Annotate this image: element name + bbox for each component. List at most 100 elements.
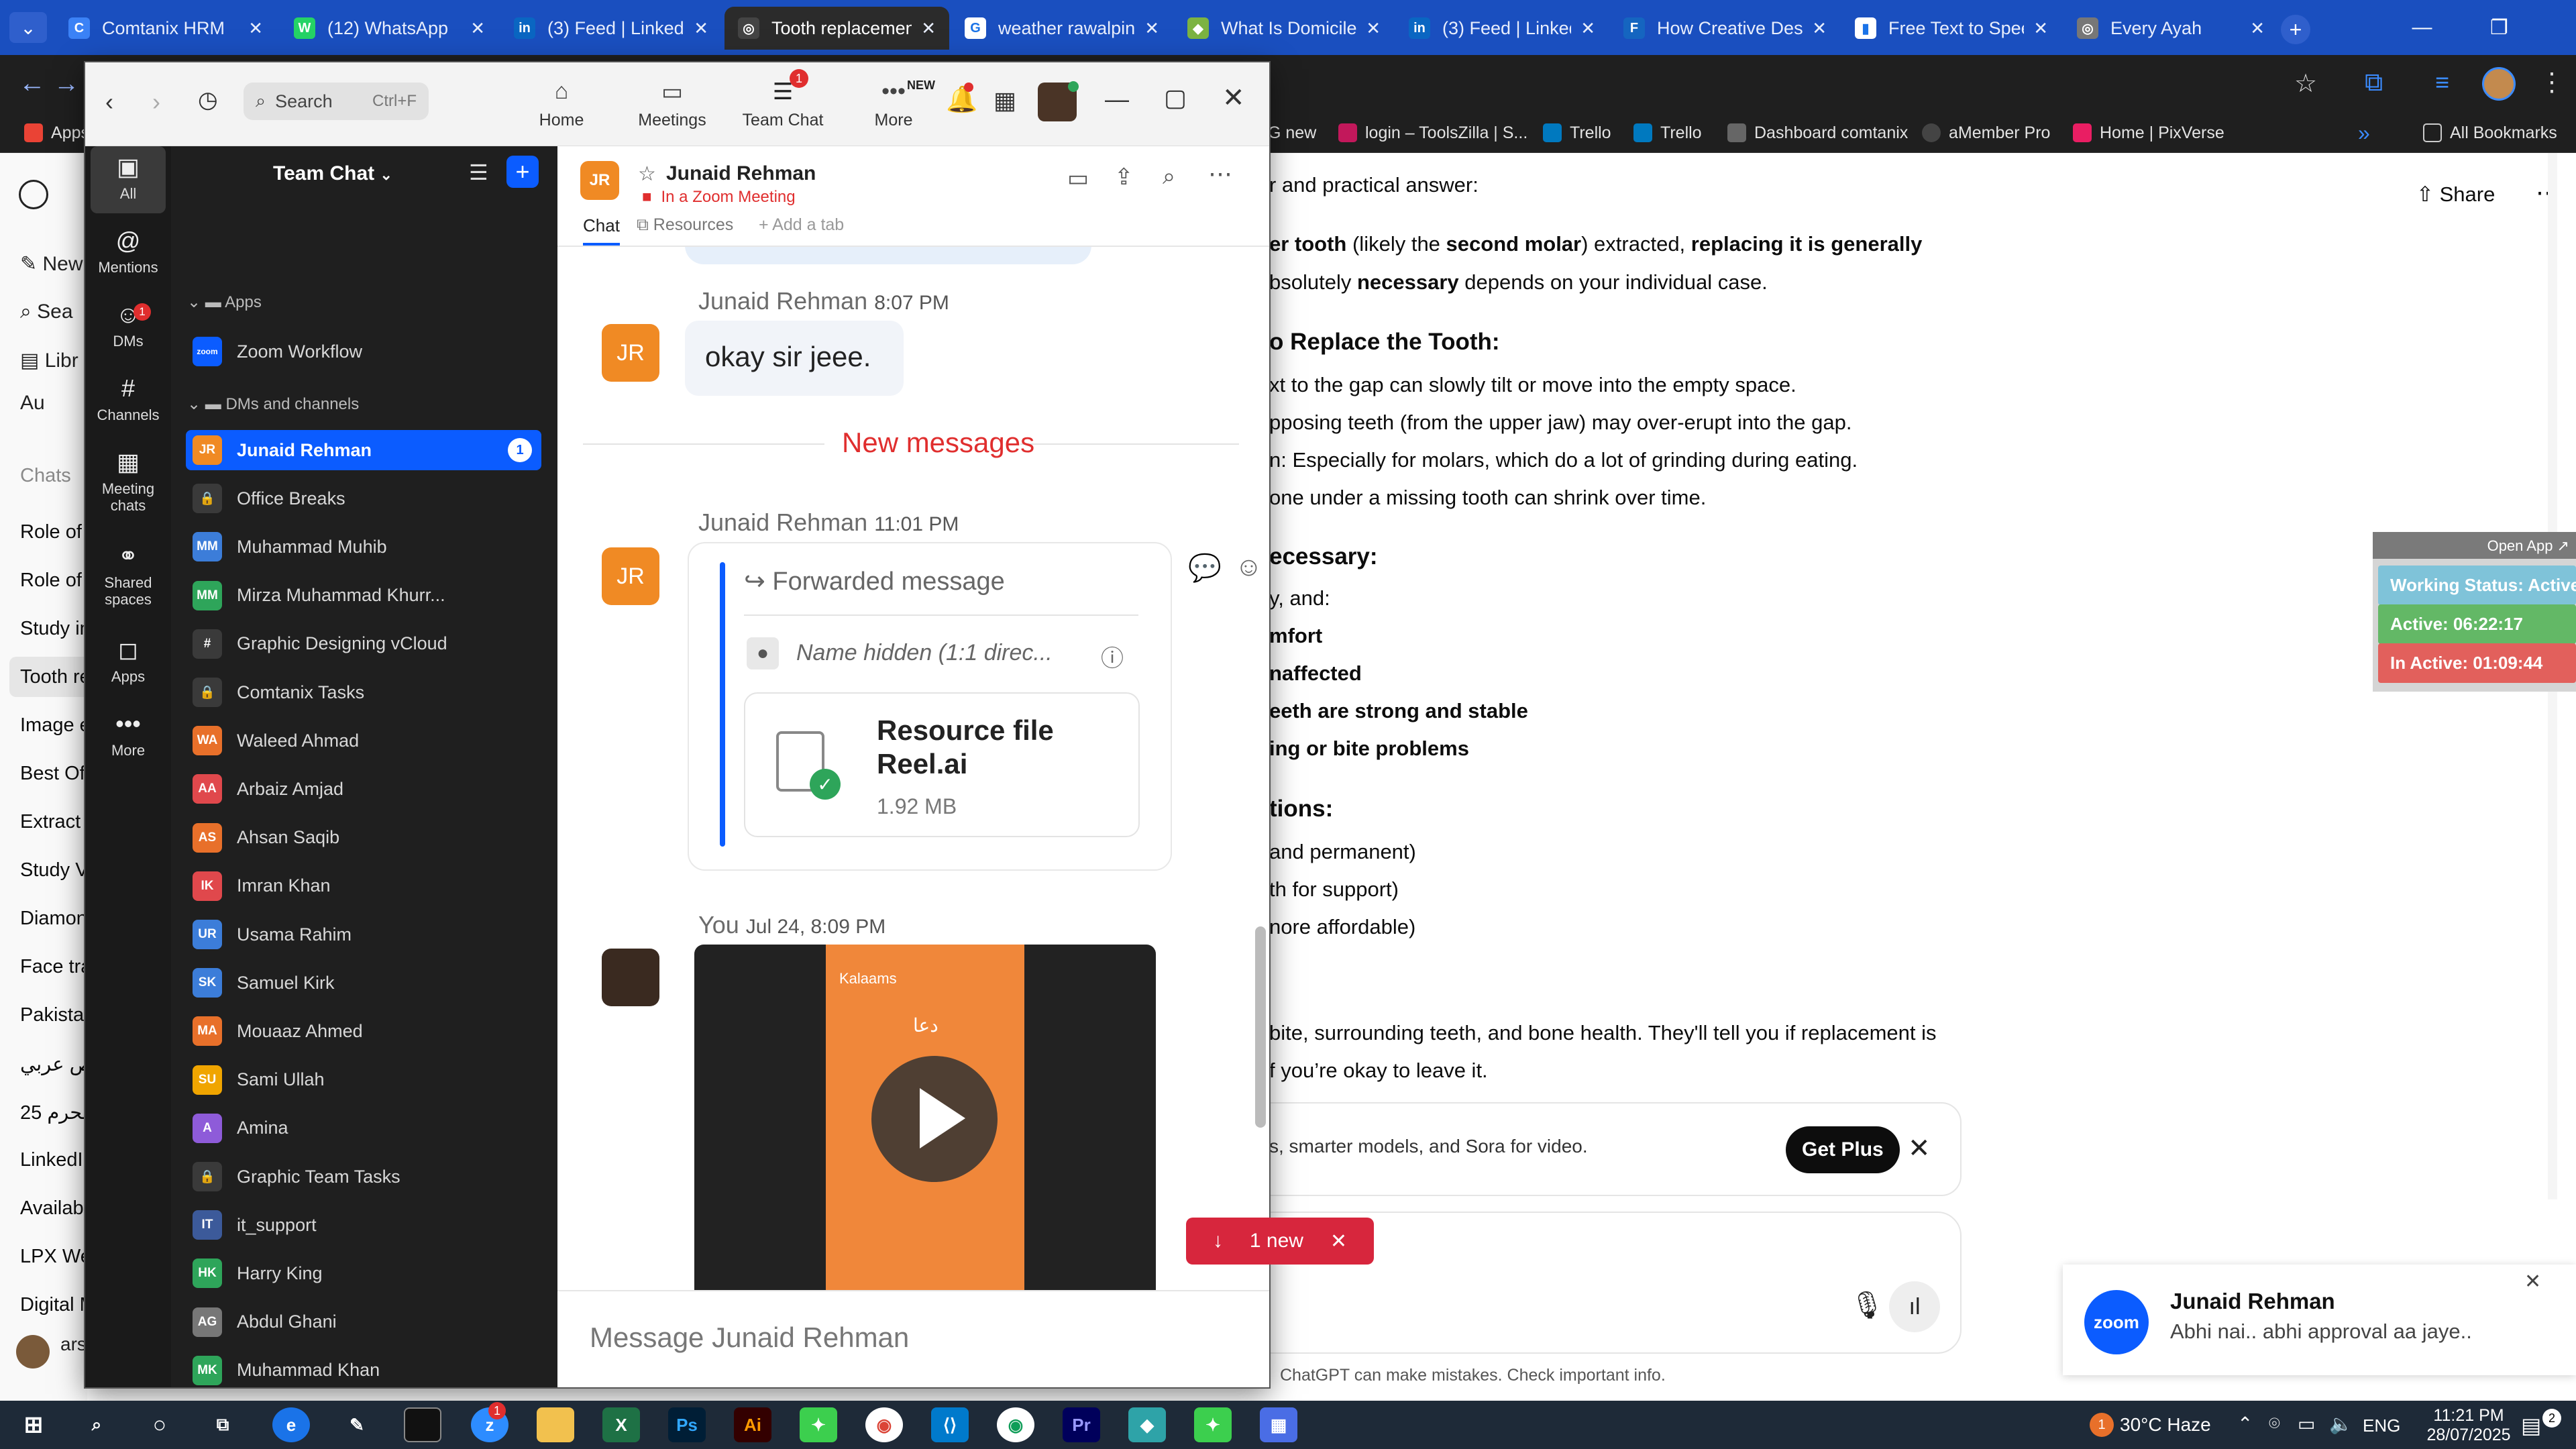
dm-list-item[interactable]: SU Sami Ullah [186, 1060, 541, 1100]
close-notification-icon[interactable]: ✕ [2524, 1270, 2541, 1293]
share-screen-icon[interactable]: ⇪ [1114, 164, 1134, 191]
bookmark-star-icon[interactable]: ☆ [2294, 68, 2317, 99]
forwarded-message-card[interactable]: ↪ Forwarded message ● Name hidden (1:1 d… [688, 542, 1172, 871]
bookmark-pixverse[interactable]: Home | PixVerse [2073, 119, 2224, 146]
dm-list-item[interactable]: MK Muhammad Khan [186, 1350, 541, 1391]
excel-icon[interactable]: X [602, 1407, 640, 1442]
dm-list-item[interactable]: SK Samuel Kirk [186, 963, 541, 1003]
close-tab-icon[interactable]: ✕ [470, 18, 485, 39]
chat-history-item[interactable]: Face tra [9, 947, 87, 987]
rail-shared-spaces[interactable]: ⚭ Shared spaces [91, 542, 166, 608]
dm-list-item[interactable]: AS Ahsan Saqib [186, 818, 541, 858]
rail-apps[interactable]: ◻ Apps [91, 636, 166, 685]
dm-list-item[interactable]: HK Harry King [186, 1253, 541, 1293]
dm-list-item[interactable]: A Amina [186, 1108, 541, 1148]
close-tab-icon[interactable]: ✕ [2250, 18, 2265, 39]
forward-arrow-icon[interactable]: → [54, 70, 79, 99]
bookmark-g-new[interactable]: G new [1268, 119, 1316, 146]
chat-history-item[interactable]: ص عربي [9, 1043, 87, 1083]
dm-list-item[interactable]: JR Junaid Rehman 1 [186, 430, 541, 470]
volume-icon[interactable]: 🔈 [2329, 1413, 2353, 1435]
zoom-close-icon[interactable]: ✕ [1222, 83, 1245, 113]
tab-search-button[interactable]: ⌄ [9, 12, 47, 43]
network-icon[interactable]: ▭ [2298, 1413, 2315, 1435]
chat-history-item[interactable]: Best Off [9, 753, 87, 794]
tray-chevron-icon[interactable]: ⌃ [2237, 1413, 2253, 1435]
photoshop-icon[interactable]: Ps [668, 1407, 706, 1442]
history-icon[interactable]: ◷ [198, 87, 218, 113]
chat-history-item[interactable]: Study in [9, 608, 87, 649]
openai-logo-icon[interactable] [19, 180, 48, 209]
dm-list-item[interactable]: MA Mouaaz Ahmed [186, 1011, 541, 1051]
rail-mentions[interactable]: @ Mentions [91, 227, 166, 276]
chat-history-item[interactable]: Role of [9, 512, 87, 552]
zoom-workflow-item[interactable]: zoom Zoom Workflow [186, 331, 541, 372]
info-icon[interactable]: ⓘ [1101, 640, 1124, 673]
search-icon[interactable]: ⌕ [78, 1407, 115, 1442]
close-tab-icon[interactable]: ✕ [248, 18, 263, 39]
app-icon[interactable]: ◆ [1128, 1407, 1166, 1442]
rail-all[interactable]: ▣ All [91, 153, 166, 202]
dm-list-item[interactable]: MM Mirza Muhammad Khurr... [186, 576, 541, 616]
browser-menu-icon[interactable]: ⋮ [2539, 67, 2565, 97]
back-icon[interactable]: ‹ [105, 88, 113, 116]
search-chats-item[interactable]: ⌕ Sea [20, 301, 73, 323]
bookmark-trello-1[interactable]: Trello [1543, 119, 1611, 146]
edge-icon[interactable]: e [272, 1407, 310, 1442]
nav-meetings[interactable]: ▭ Meetings [625, 78, 719, 130]
get-plus-button[interactable]: Get Plus [1786, 1126, 1900, 1173]
zoom-minimize-icon[interactable]: — [1105, 85, 1129, 113]
dismiss-icon[interactable]: ✕ [1330, 1230, 1347, 1253]
dm-list-item[interactable]: MM Muhammad Muhib [186, 527, 541, 567]
clock[interactable]: 11:21 PM 28/07/2025 [2422, 1406, 2516, 1445]
tray-app-icon[interactable]: ⌾ [2269, 1413, 2280, 1435]
browser-tab[interactable]: F How Creative Des ✕ [1610, 7, 1840, 50]
sender-avatar[interactable]: JR [602, 324, 659, 382]
nav-team-chat[interactable]: ☰ Team Chat 1 [736, 62, 830, 140]
premiere-icon[interactable]: Pr [1063, 1407, 1100, 1442]
dms-section-heading[interactable]: ⌄ ▬ DMs and channels [187, 394, 359, 414]
dm-list-item[interactable]: AA Arbaiz Amjad [186, 769, 541, 809]
browser-tab[interactable]: ◆ What Is Domicile ✕ [1174, 7, 1394, 50]
browser-tab[interactable]: ▮ Free Text to Spee ✕ [1841, 7, 2061, 50]
close-tab-icon[interactable]: ✕ [1144, 18, 1159, 39]
my-avatar[interactable] [602, 949, 659, 1006]
action-center-icon[interactable]: ▤ [2521, 1413, 2541, 1438]
chat-history-item[interactable]: Diamon [9, 898, 87, 938]
bookmark-toolszilla[interactable]: login – ToolsZilla | S... [1338, 119, 1527, 146]
chrome-icon[interactable]: ◉ [865, 1407, 903, 1442]
apps-section-heading[interactable]: ⌄ ▬ Apps [187, 292, 262, 312]
extensions-icon[interactable]: ⧉ [2365, 68, 2383, 97]
bookmark-dashboard[interactable]: Dashboard comtanix [1727, 119, 1908, 146]
search-input[interactable]: ⌕ Search Ctrl+F [244, 83, 429, 120]
forward-icon[interactable]: › [152, 88, 160, 116]
open-app-button[interactable]: Open App ↗ [2373, 532, 2576, 559]
browser-tab[interactable]: ◎ Tooth replacement ✕ [724, 7, 949, 50]
chrome-profile-icon[interactable]: ◉ [997, 1407, 1034, 1442]
video-attachment[interactable]: Kalaams دعا [694, 945, 1156, 1290]
message-input[interactable]: Message Junaid Rehman [590, 1322, 909, 1354]
contact-name[interactable]: Junaid Rehman [666, 162, 816, 185]
calculator-icon[interactable]: ▦ [1260, 1407, 1297, 1442]
browser-tab[interactable]: ◎ Every Ayah ✕ [2063, 7, 2278, 50]
browser-tab[interactable]: W (12) WhatsApp ✕ [280, 7, 498, 50]
add-tab-button[interactable]: + Add a tab [759, 215, 844, 235]
dm-list-item[interactable]: 🔒 Graphic Team Tasks [186, 1157, 541, 1197]
close-tab-icon[interactable]: ✕ [2033, 18, 2048, 39]
cortana-icon[interactable]: ○ [141, 1407, 178, 1442]
close-window-icon[interactable] [2499, 0, 2576, 55]
dm-list-item[interactable]: IT it_support [186, 1205, 541, 1245]
sender-avatar[interactable]: JR [602, 547, 659, 605]
app-icon[interactable]: ✦ [1194, 1407, 1232, 1442]
chat-scrollbar[interactable] [1255, 926, 1266, 1128]
dm-list-item[interactable]: 🔒 Comtanix Tasks [186, 672, 541, 712]
chat-history-item[interactable]: Tooth re [9, 657, 87, 697]
team-chat-title[interactable]: Team Chat ⌄ [273, 162, 392, 185]
chat-history-item[interactable]: Extract T [9, 802, 87, 842]
more-options-icon[interactable]: ⋯ [1208, 160, 1232, 188]
tab-resources[interactable]: ⧉ Resources [637, 215, 733, 235]
bookmark-apps[interactable]: Apps [24, 119, 89, 146]
microphone-icon[interactable]: 🎙 [1850, 1289, 1884, 1321]
zoom-maximize-icon[interactable]: ▢ [1164, 84, 1187, 112]
bookmarks-overflow-icon[interactable]: » [2358, 119, 2370, 146]
